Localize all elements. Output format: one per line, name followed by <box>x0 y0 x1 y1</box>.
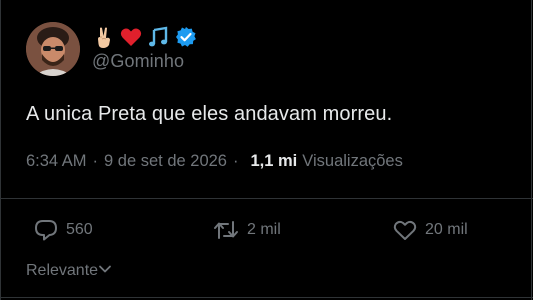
repost-button[interactable]: 2 mil <box>212 216 281 244</box>
like-button[interactable]: 20 mil <box>392 216 468 244</box>
views-label: Visualizações <box>302 152 403 170</box>
tweet-date[interactable]: 9 de set de 2026 <box>104 152 227 171</box>
reply-icon <box>33 218 59 242</box>
chevron-down-icon <box>98 262 112 280</box>
meta-separator: · <box>92 152 99 170</box>
victory-hand-icon <box>92 25 116 49</box>
views-count[interactable]: 1,1 mi <box>250 152 297 171</box>
like-count: 20 mil <box>425 221 468 238</box>
right-border <box>531 0 532 300</box>
meta-separator: · <box>232 152 239 170</box>
heart-icon <box>392 218 418 242</box>
musical-notes-icon <box>146 25 170 49</box>
reply-count: 560 <box>66 221 93 238</box>
bottom-border <box>0 297 533 298</box>
reply-sort-dropdown[interactable]: Relevante <box>26 262 112 280</box>
reply-button[interactable]: 560 <box>33 216 93 244</box>
left-border <box>0 0 1 300</box>
sort-label: Relevante <box>26 262 99 279</box>
author-handle[interactable]: @Gominho <box>92 51 184 72</box>
repost-count: 2 mil <box>247 221 281 238</box>
display-name[interactable] <box>92 24 197 50</box>
tweet-detail: @Gominho A unica Preta que eles andavam … <box>0 0 533 300</box>
repost-icon <box>212 218 240 242</box>
red-heart-icon <box>119 25 143 49</box>
divider <box>0 198 533 199</box>
tweet-meta: 6:34 AM · 9 de set de 2026 · 1,1 mi Visu… <box>26 152 403 171</box>
verified-badge-icon[interactable] <box>175 26 197 48</box>
tweet-text: A unica Preta que eles andavam morreu. <box>26 103 393 125</box>
tweet-time[interactable]: 6:34 AM <box>26 152 87 171</box>
avatar[interactable] <box>26 22 80 76</box>
